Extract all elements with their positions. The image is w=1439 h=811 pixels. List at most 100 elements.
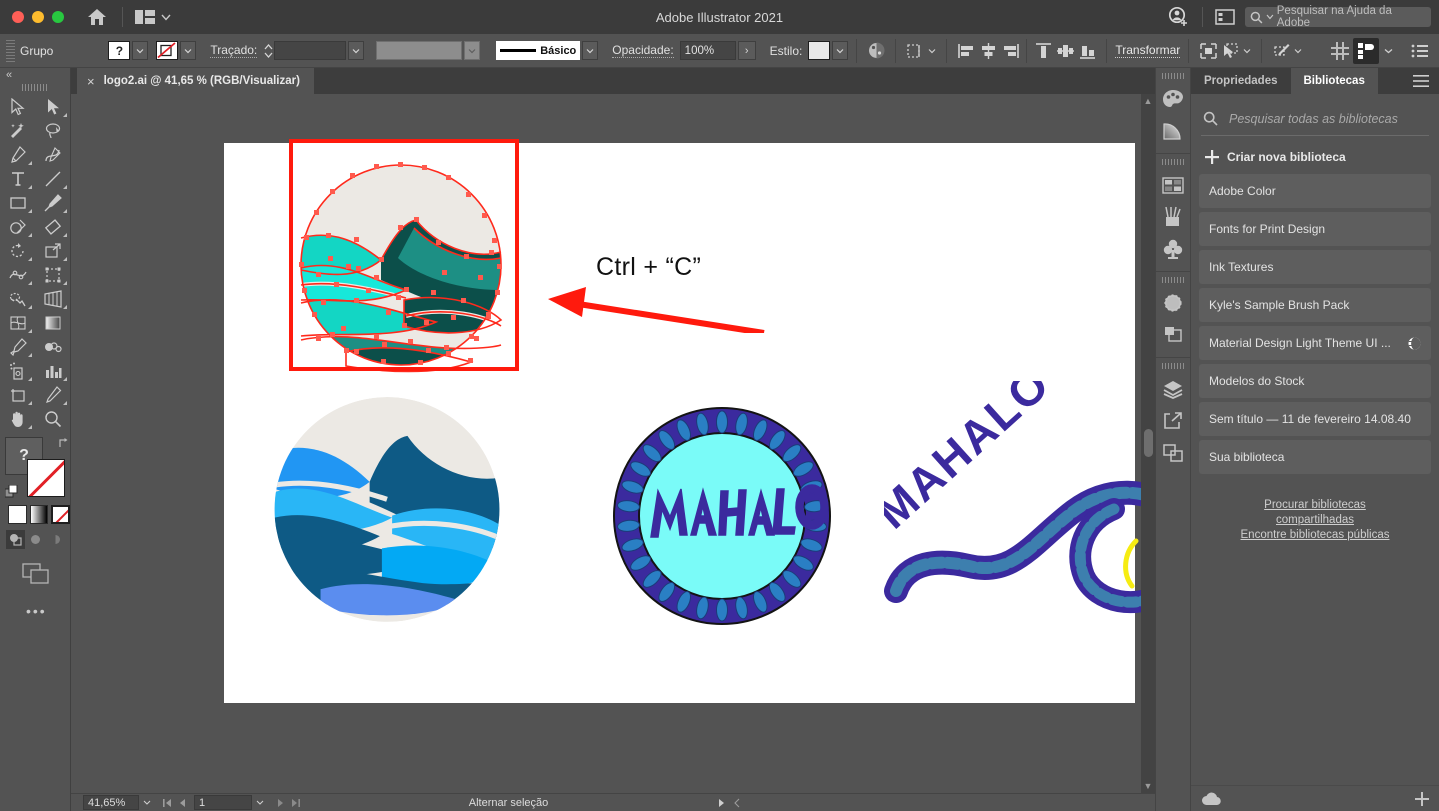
arrange-documents-icon[interactable] <box>135 10 171 24</box>
color-panel-icon[interactable] <box>1156 83 1190 115</box>
width-tool[interactable] <box>0 263 35 287</box>
align-center-horizontal-icon[interactable] <box>977 39 999 63</box>
more-tools-ellipsis[interactable]: ••• <box>26 603 70 619</box>
canvas-area[interactable]: Ctrl + “C” MAHALO ▲ ▼ <box>71 94 1155 793</box>
maximize-window-button[interactable] <box>52 11 64 23</box>
export-panel-icon[interactable] <box>1156 405 1190 437</box>
toolbar-grip[interactable] <box>22 84 48 91</box>
properties-panel-icon[interactable] <box>1353 37 1379 64</box>
fill-color-swatch[interactable]: ? <box>108 41 131 60</box>
rail-grip[interactable] <box>1162 363 1184 369</box>
select-similar-arrow[interactable] <box>1241 39 1253 63</box>
list-item[interactable]: Kyle's Sample Brush Pack <box>1199 288 1431 322</box>
stroke-profile-dropdown[interactable] <box>376 41 463 60</box>
list-item[interactable]: Adobe Color <box>1199 174 1431 208</box>
close-document-icon[interactable]: × <box>87 74 95 89</box>
appearance-panel-icon[interactable] <box>1156 287 1190 319</box>
paintbrush-tool[interactable] <box>35 191 70 215</box>
pathfinder-panel-icon[interactable] <box>1156 319 1190 351</box>
column-graph-tool[interactable] <box>35 359 70 383</box>
screen-mode-icon[interactable] <box>22 563 70 585</box>
list-item[interactable]: Fonts for Print Design <box>1199 212 1431 246</box>
prev-page-icon[interactable] <box>175 795 190 810</box>
account-add-icon[interactable] <box>1168 6 1190 28</box>
arrange-objects-icon[interactable] <box>904 39 926 63</box>
symbols-panel-icon[interactable] <box>1156 233 1190 265</box>
library-search-input[interactable] <box>1227 110 1427 127</box>
layers-panel-icon[interactable] <box>1156 373 1190 405</box>
fill-dropdown-arrow[interactable] <box>132 41 149 60</box>
selection-tool[interactable] <box>0 95 35 119</box>
rail-grip[interactable] <box>1162 159 1184 165</box>
swap-fill-stroke-icon[interactable] <box>57 437 69 449</box>
page-dropdown-arrow[interactable] <box>252 795 267 810</box>
control-bar-grip[interactable] <box>6 39 15 62</box>
pen-tool[interactable] <box>0 143 35 167</box>
brush-definition-arrow[interactable] <box>582 41 599 60</box>
wave-circle-logo-blue[interactable] <box>259 395 515 625</box>
arrange-objects-arrow[interactable] <box>926 39 938 63</box>
rail-grip[interactable] <box>1162 73 1184 79</box>
shape-builder-tool[interactable] <box>0 287 35 311</box>
default-fill-stroke-icon[interactable] <box>5 485 19 499</box>
direct-selection-tool[interactable] <box>35 95 70 119</box>
zoom-level-input[interactable]: 41,65% <box>83 795 139 810</box>
status-message[interactable]: Alternar seleção <box>303 797 714 809</box>
scroll-thumb-vertical[interactable] <box>1144 429 1153 457</box>
artboard-tool[interactable] <box>0 383 35 407</box>
edit-shape-arrow[interactable] <box>1292 39 1304 63</box>
align-right-icon[interactable] <box>999 39 1021 63</box>
perspective-grid-tool[interactable] <box>35 287 70 311</box>
list-item[interactable]: Sua biblioteca <box>1199 440 1431 474</box>
list-item[interactable]: Material Design Light Theme UI ... <box>1199 326 1431 360</box>
align-top-icon[interactable] <box>1032 39 1054 63</box>
toolbar-collapse-button[interactable]: « <box>0 68 70 82</box>
shaper-tool[interactable] <box>0 215 35 239</box>
cloud-icon[interactable] <box>1201 792 1221 806</box>
opacity-more-button[interactable]: › <box>737 41 756 60</box>
minimize-window-button[interactable] <box>32 11 44 23</box>
zoom-tool[interactable] <box>35 407 70 431</box>
canvas-vertical-scrollbar[interactable]: ▲ ▼ <box>1141 94 1155 793</box>
magic-wand-tool[interactable] <box>0 119 35 143</box>
blend-tool[interactable] <box>35 335 70 359</box>
status-play-icon[interactable] <box>714 795 729 810</box>
mahalo-swirl-logo[interactable]: MAHALO <box>884 381 1155 621</box>
close-window-button[interactable] <box>12 11 24 23</box>
last-page-icon[interactable] <box>288 795 303 810</box>
eyedropper-tool[interactable] <box>0 335 35 359</box>
eraser-tool[interactable] <box>35 215 70 239</box>
stroke-dropdown-arrow[interactable] <box>180 41 197 60</box>
gradient-swatch-button[interactable] <box>29 505 49 524</box>
next-page-icon[interactable] <box>273 795 288 810</box>
workspace-chevron-icon[interactable] <box>1381 39 1395 63</box>
transform-link[interactable]: Transformar <box>1115 43 1181 58</box>
gradient-tool[interactable] <box>35 311 70 335</box>
none-swatch-button[interactable] <box>51 505 70 524</box>
line-segment-tool[interactable] <box>35 167 70 191</box>
stroke-weight-arrow[interactable] <box>348 41 365 60</box>
list-item[interactable]: Sem título — 11 de fevereiro 14.08.40 <box>1199 402 1431 436</box>
isolate-selection-icon[interactable] <box>1197 39 1219 63</box>
color-guide-icon[interactable] <box>1156 115 1190 147</box>
status-chevron-icon[interactable] <box>729 795 744 810</box>
stroke-profile-arrow[interactable] <box>464 41 481 60</box>
draw-normal-button[interactable] <box>6 530 25 549</box>
color-swatch-button[interactable] <box>8 505 27 524</box>
tab-bibliotecas[interactable]: Bibliotecas <box>1290 68 1378 94</box>
draw-behind-button[interactable] <box>26 530 45 549</box>
first-page-icon[interactable] <box>160 795 175 810</box>
add-item-icon[interactable] <box>1415 791 1429 806</box>
distribute-spacing-icon[interactable] <box>1329 39 1351 63</box>
rectangle-tool[interactable] <box>0 191 35 215</box>
edit-shape-icon[interactable] <box>1270 39 1292 63</box>
document-tab[interactable]: × logo2.ai @ 41,65 % (RGB/Visualizar) <box>77 68 314 94</box>
artboards-panel-icon[interactable] <box>1156 437 1190 469</box>
library-search-field[interactable] <box>1201 108 1429 136</box>
tab-propriedades[interactable]: Propriedades <box>1191 68 1291 94</box>
type-tool[interactable] <box>0 167 35 191</box>
align-center-vertical-icon[interactable] <box>1054 39 1076 63</box>
home-icon[interactable] <box>84 4 110 30</box>
graphic-style-arrow[interactable] <box>832 41 849 60</box>
draw-inside-button[interactable] <box>46 530 65 549</box>
